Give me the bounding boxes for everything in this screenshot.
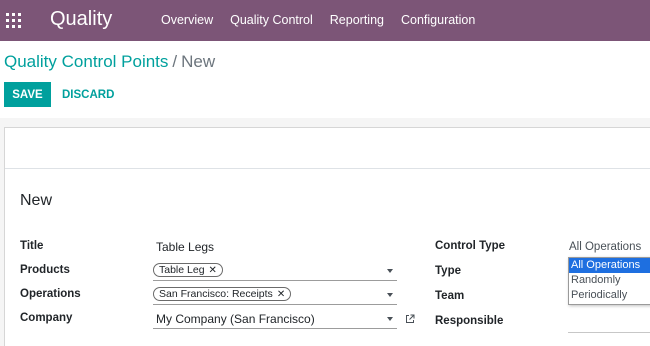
- main-menu: Overview Quality Control Reporting Confi…: [161, 13, 492, 27]
- top-navbar: Quality Overview Quality Control Reporti…: [0, 0, 650, 41]
- menu-reporting[interactable]: Reporting: [330, 13, 384, 27]
- team-label: Team: [435, 290, 465, 302]
- products-label: Products: [20, 264, 70, 276]
- option-periodically[interactable]: Periodically: [569, 288, 650, 303]
- menu-quality-control[interactable]: Quality Control: [230, 13, 313, 27]
- breadcrumb-current: New: [181, 52, 216, 71]
- operation-tag: San Francisco: Receipts ✕: [153, 287, 292, 301]
- operations-label: Operations: [20, 288, 81, 300]
- products-caret-down-icon[interactable]: [387, 269, 393, 273]
- company-field[interactable]: My Company (San Francisco): [156, 312, 315, 326]
- form-statusbar: [5, 128, 650, 169]
- save-button[interactable]: SAVE: [4, 82, 51, 107]
- close-icon[interactable]: ✕: [277, 289, 285, 300]
- breadcrumb-parent[interactable]: Quality Control Points: [4, 52, 168, 71]
- option-randomly[interactable]: Randomly: [569, 273, 650, 288]
- product-tag-label: Table Leg: [159, 264, 205, 276]
- product-tag: Table Leg ✕: [153, 263, 223, 277]
- external-link-icon[interactable]: [405, 314, 415, 324]
- company-caret-down-icon[interactable]: [387, 317, 393, 321]
- option-all-operations[interactable]: All Operations: [569, 258, 650, 273]
- breadcrumb-separator: /: [172, 52, 178, 71]
- apps-grid-icon[interactable]: [6, 13, 21, 28]
- control-type-label: Control Type: [435, 240, 506, 252]
- close-icon[interactable]: ✕: [209, 265, 217, 276]
- products-field[interactable]: [153, 280, 397, 281]
- operations-caret-down-icon[interactable]: [387, 293, 393, 297]
- menu-configuration[interactable]: Configuration: [401, 13, 475, 27]
- control-type-select[interactable]: All Operations: [569, 241, 641, 253]
- breadcrumb: Quality Control Points / New: [4, 52, 215, 72]
- type-label: Type: [435, 265, 461, 277]
- company-field-line: [153, 328, 397, 329]
- company-label: Company: [20, 312, 73, 324]
- operations-field[interactable]: [153, 304, 397, 305]
- control-type-dropdown: All Operations Randomly Periodically: [568, 257, 650, 305]
- discard-button[interactable]: DISCARD: [62, 82, 114, 107]
- responsible-field[interactable]: [568, 332, 650, 333]
- app-brand[interactable]: Quality: [50, 8, 112, 31]
- menu-overview[interactable]: Overview: [161, 13, 213, 27]
- operation-tag-label: San Francisco: Receipts: [159, 288, 273, 300]
- form-sheet: New Title Products Operations Company Ta…: [4, 127, 650, 346]
- responsible-label: Responsible: [435, 315, 504, 327]
- title-field[interactable]: Table Legs: [156, 240, 214, 254]
- title-label: Title: [20, 240, 44, 252]
- record-title: New: [20, 192, 53, 209]
